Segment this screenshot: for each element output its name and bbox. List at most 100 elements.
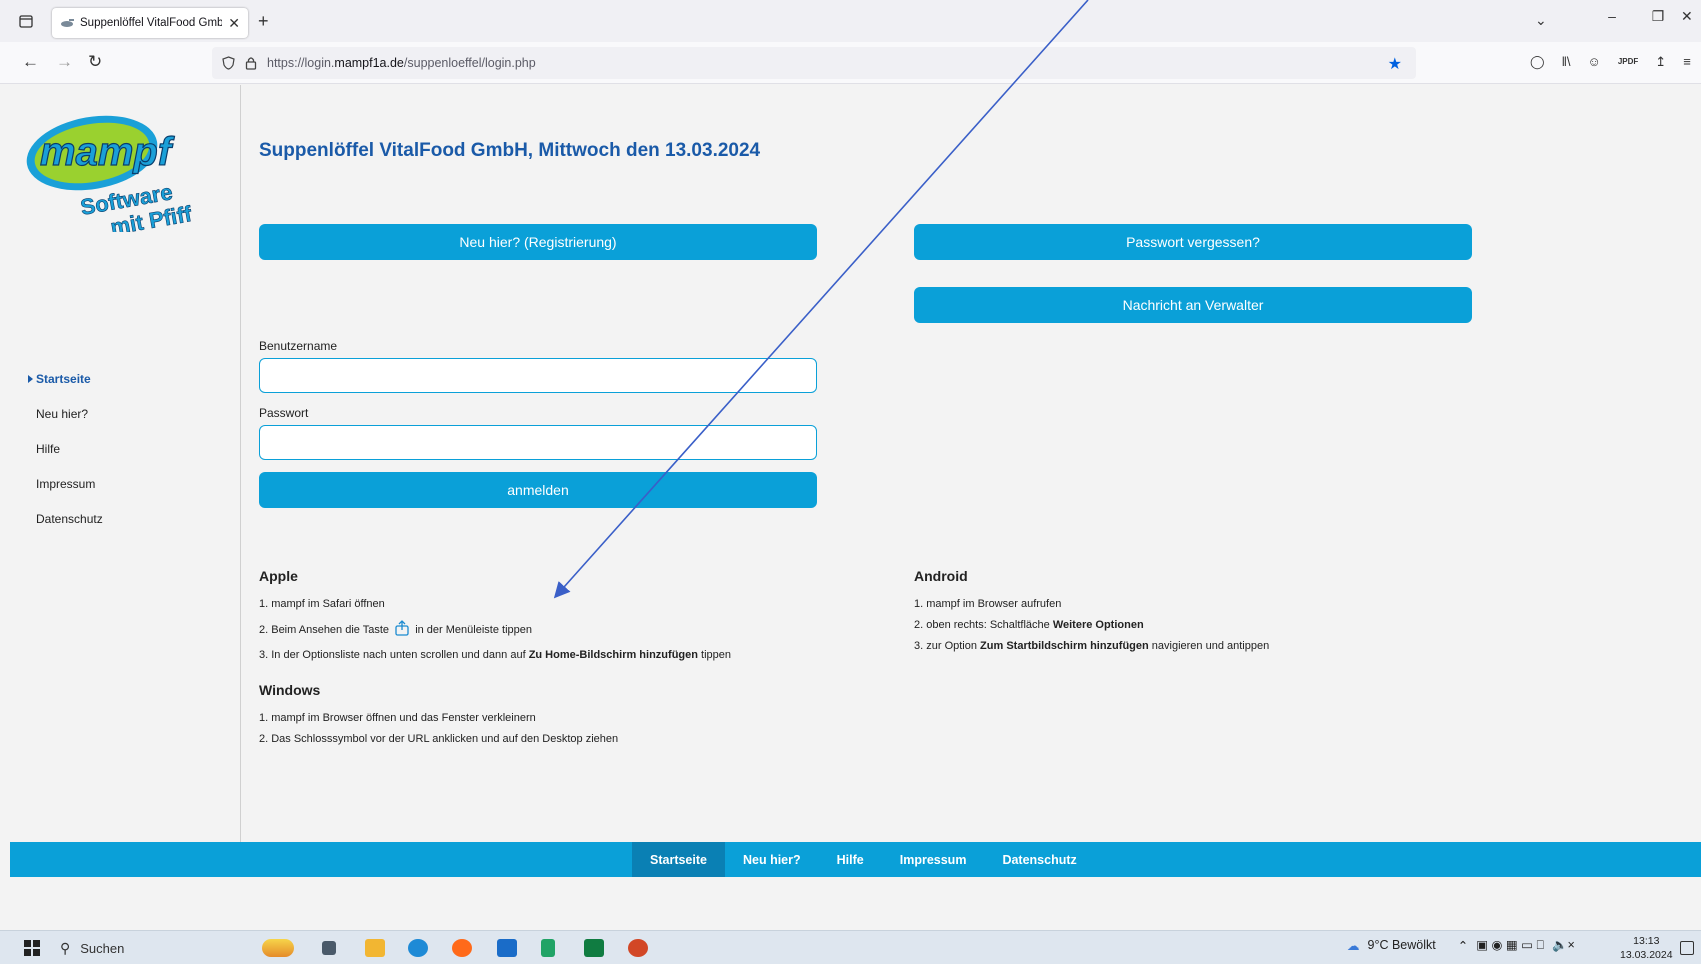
share-icon[interactable]: ↥ [1655, 54, 1666, 70]
excel-icon[interactable] [584, 939, 604, 957]
forward-icon[interactable]: → [56, 52, 73, 72]
tracking-shield-icon[interactable] [222, 56, 235, 70]
apple-step-3-post: tippen [701, 649, 732, 661]
library-icon[interactable]: ‖\ [1562, 54, 1571, 70]
username-label: Benutzername [259, 339, 338, 353]
android-step-3: 3. zur Option Zum Startbildschirm hinzuf… [914, 640, 1269, 652]
toolbar-icons: ◯ ‖\ ☺ JPDF ↥ ≡ [1530, 54, 1691, 70]
windows-step-1: 1. mampf im Browser öffnen und das Fenst… [259, 712, 536, 724]
list-all-tabs-icon[interactable]: ⌄ [1535, 12, 1547, 29]
windows-start-icon[interactable] [24, 940, 40, 956]
url-bar[interactable]: https://login. mampf1a.de/suppenloeffel/l… [212, 47, 1416, 79]
android-step-2-bold: Weitere Optionen [1052, 619, 1144, 631]
search-icon: ⚲ [60, 939, 71, 956]
url-domain: mampf1a.de [334, 56, 404, 70]
taskbar-search-label: Suchen [80, 940, 125, 956]
android-step-3-bold: Zum Startbildschirm hinzufügen [980, 640, 1149, 652]
sidebar-item-impressum[interactable]: Impressum [0, 477, 240, 512]
menu-icon[interactable]: ≡ [1683, 54, 1691, 70]
bookmark-star-icon[interactable]: ★ [1388, 54, 1402, 74]
close-window-icon[interactable]: ✕ [1681, 8, 1701, 25]
footer-item-datenschutz[interactable]: Datenschutz [984, 842, 1094, 877]
system-tray: ☁ 9°C Bewölkt ⌃ ▣ ◉ ▦ ▭ ⎕ 🔈× [1347, 937, 1575, 953]
footer-item-hilfe[interactable]: Hilfe [819, 842, 882, 877]
login-button[interactable]: anmelden [259, 472, 817, 508]
android-heading: Android [914, 568, 968, 584]
android-step-2-pre: 2. oben rechts: Schaltfläche [914, 619, 1050, 631]
windows-step-2: 2. Das Schlosssymbol vor der URL anklick… [259, 733, 619, 745]
sidebar-item-neu-hier[interactable]: Neu hier? [0, 407, 240, 442]
sidebar: mampf Software mit Pfiff Startseite Neu … [0, 85, 241, 842]
file-explorer-icon[interactable] [365, 939, 385, 957]
footer-item-startseite[interactable]: Startseite [632, 842, 725, 877]
android-step-1: 1. mampf im Browser aufrufen [914, 598, 1062, 610]
tray-app-icons[interactable]: ▣ ◉ ▦ ▭ ⎕ [1476, 937, 1544, 953]
window-controls: – ❐ ✕ [1589, 8, 1701, 25]
register-button[interactable]: Neu hier? (Registrierung) [259, 224, 817, 260]
url-prefix: https://login. [267, 56, 335, 70]
mampf-logo[interactable]: mampf Software mit Pfiff [20, 107, 230, 232]
forgot-password-button[interactable]: Passwort vergessen? [914, 224, 1472, 260]
notification-icon[interactable] [1680, 941, 1694, 955]
back-icon[interactable]: ← [22, 52, 39, 72]
message-admin-button[interactable]: Nachricht an Verwalter [914, 287, 1472, 323]
footer-item-impressum[interactable]: Impressum [882, 842, 985, 877]
apple-step-2: 2. Beim Ansehen die Taste in der Menülei… [259, 620, 532, 636]
sidebar-item-hilfe[interactable]: Hilfe [0, 442, 240, 477]
reload-icon[interactable]: ↻ [88, 52, 102, 72]
password-label: Passwort [259, 406, 309, 420]
weather-text[interactable]: 9°C Bewölkt [1368, 938, 1436, 952]
url-path: /suppenloeffel/login.php [403, 56, 536, 70]
browser-tab[interactable]: Suppenlöffel VitalFood GmbH ✕ [52, 8, 248, 38]
outlook-icon[interactable] [497, 939, 517, 957]
tab-close-icon[interactable]: ✕ [228, 15, 240, 32]
pdf-extension-icon[interactable]: JPDF [1618, 57, 1638, 70]
apple-step-1: 1. mampf im Safari öffnen [259, 598, 385, 610]
sidebar-item-datenschutz[interactable]: Datenschutz [0, 512, 240, 547]
clock-date: 13.03.2024 [1620, 949, 1673, 961]
sidebar-nav: Startseite Neu hier? Hilfe Impressum Dat… [0, 372, 240, 547]
taskbar-clock[interactable]: 13:13 13.03.2024 [1620, 934, 1673, 962]
apple-step-3-pre: 3. In der Optionsliste nach unten scroll… [259, 649, 526, 661]
restore-icon[interactable]: ❐ [1635, 8, 1681, 25]
firefox-icon[interactable] [452, 939, 472, 957]
weather-icon[interactable]: ☁ [1347, 938, 1360, 953]
logo-text-mampf: mampf [40, 130, 175, 174]
footer-item-neu-hier[interactable]: Neu hier? [725, 842, 819, 877]
windows-heading: Windows [259, 682, 321, 698]
android-step-3-pre: 3. zur Option [914, 640, 977, 652]
lock-icon[interactable] [245, 56, 257, 70]
apple-step-3-bold: Zu Home-Bildschirm hinzufügen [528, 649, 698, 661]
powerpoint-icon[interactable] [628, 939, 648, 957]
task-view-icon[interactable] [322, 941, 336, 955]
apple-step-2-pre: 2. Beim Ansehen die Taste [259, 624, 390, 636]
tab-list-icon[interactable] [18, 13, 34, 29]
green-app-icon[interactable] [541, 939, 555, 957]
footer-nav: Startseite Neu hier? Hilfe Impressum Dat… [632, 842, 1095, 877]
apple-step-2-post: in der Menüleiste tippen [415, 624, 532, 636]
flowers-widget-icon[interactable] [262, 939, 294, 957]
android-step-3-post: navigieren und antippen [1151, 640, 1270, 652]
tray-chevron-icon[interactable]: ⌃ [1458, 938, 1468, 953]
tab-favicon-icon [61, 19, 74, 27]
sidebar-item-startseite[interactable]: Startseite [0, 372, 240, 407]
taskbar-search[interactable]: ⚲ Suchen [60, 936, 260, 960]
android-step-2: 2. oben rechts: Schaltfläche Weitere Opt… [914, 619, 1144, 631]
new-tab-button[interactable]: + [258, 11, 269, 32]
volume-icon[interactable]: 🔈× [1552, 938, 1575, 953]
ios-share-icon [395, 620, 409, 636]
account-icon[interactable]: ☺ [1588, 54, 1601, 70]
apple-step-3: 3. In der Optionsliste nach unten scroll… [259, 649, 731, 661]
page-title: Suppenlöffel VitalFood GmbH, Mittwoch de… [259, 140, 761, 161]
apple-heading: Apple [259, 568, 298, 584]
footer-bar: Startseite Neu hier? Hilfe Impressum Dat… [10, 842, 1701, 877]
tab-title: Suppenlöffel VitalFood GmbH [80, 17, 223, 29]
pocket-icon[interactable]: ◯ [1530, 54, 1545, 70]
username-field[interactable] [259, 358, 817, 393]
browser-navbar: ← → ↻ https://login. mampf1a.de/suppenloe… [0, 42, 1701, 84]
minimize-icon[interactable]: – [1589, 8, 1635, 25]
clock-time: 13:13 [1633, 935, 1660, 947]
password-field[interactable] [259, 425, 817, 460]
windows-taskbar: ⚲ Suchen ☁ 9°C Bewölkt ⌃ ▣ ◉ ▦ ▭ ⎕ 🔈× 13… [0, 930, 1701, 964]
edge-icon[interactable] [408, 939, 428, 957]
